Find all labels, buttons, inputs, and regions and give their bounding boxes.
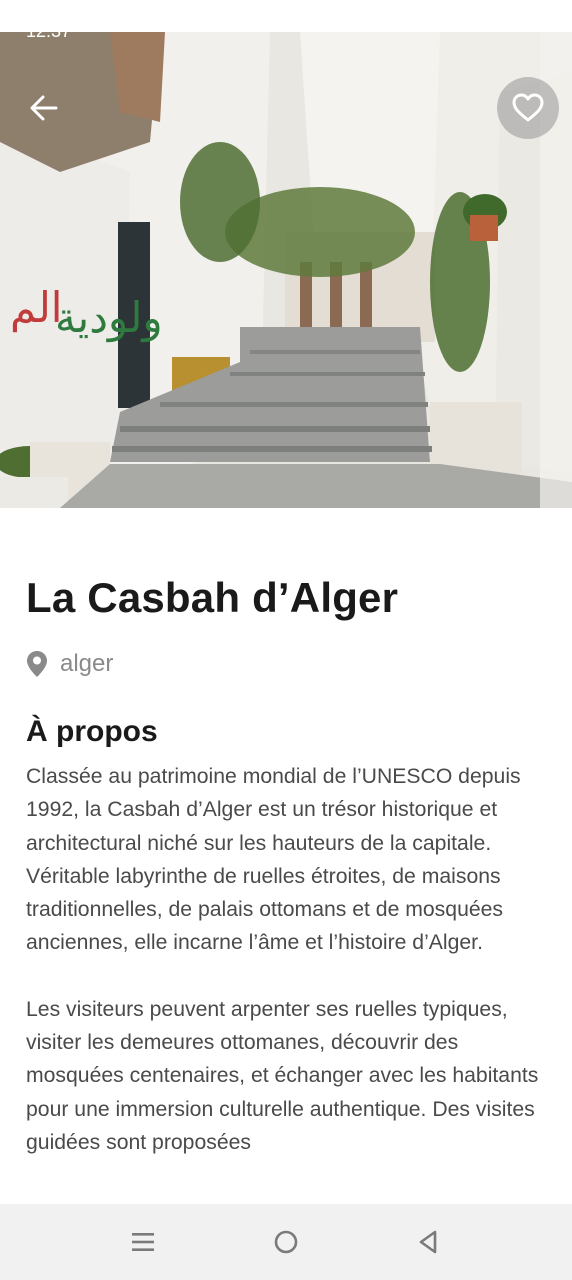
recents-button[interactable] (123, 1224, 163, 1260)
status-time: 12:37 (26, 21, 72, 41)
favorite-button[interactable] (497, 77, 559, 139)
arrow-back-icon (30, 95, 58, 121)
location-pin-icon (27, 651, 47, 677)
back-button[interactable] (20, 86, 68, 130)
svg-text:ولودية: ولودية (55, 293, 163, 342)
system-navigation-bar (0, 1204, 572, 1280)
about-heading: À propos (26, 715, 158, 748)
place-title: La Casbah d’Alger (26, 574, 399, 621)
home-button[interactable] (266, 1224, 306, 1260)
triangle-back-icon (419, 1230, 437, 1254)
status-bar: 12:37 (0, 0, 572, 40)
location-label: alger (60, 650, 114, 677)
location-row: alger (26, 642, 546, 686)
place-content: La Casbah d’Alger alger À propos Classée… (26, 560, 546, 1159)
about-paragraph: Les visiteurs peuvent arpenter ses ruell… (26, 997, 539, 1154)
system-back-button[interactable] (408, 1224, 448, 1260)
menu-lines-icon (132, 1233, 154, 1251)
heart-outline-icon (512, 93, 544, 122)
about-paragraph: Classée au patrimoine mondial de l’UNESC… (26, 765, 521, 955)
circle-home-icon (274, 1230, 298, 1254)
place-photo: الم ولودية (0, 32, 572, 508)
place-detail-screen: الم ولودية 12:37 La Casbah d’Alger alger… (0, 0, 572, 1280)
